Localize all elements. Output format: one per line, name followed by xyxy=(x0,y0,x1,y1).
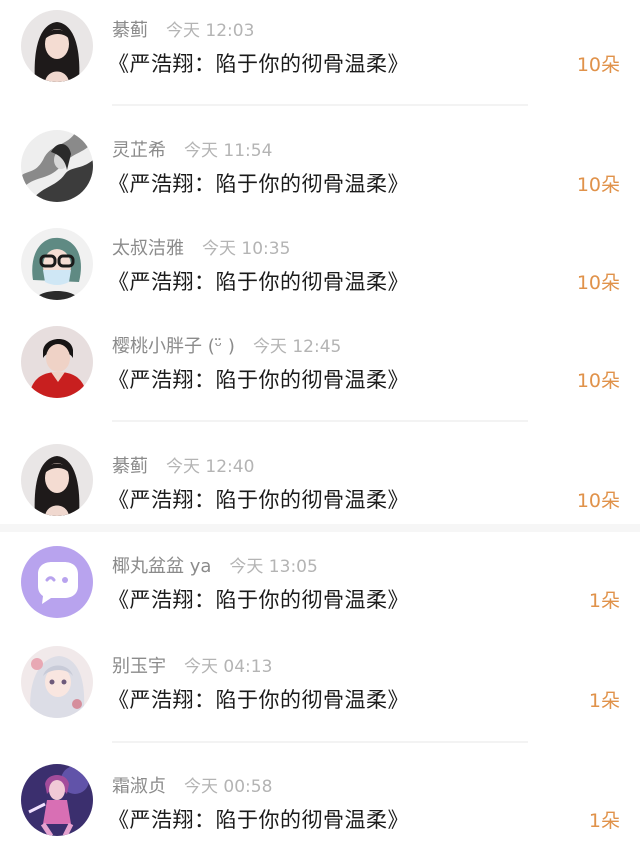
gift-count: 10朵 xyxy=(576,174,620,196)
list-item[interactable]: 灵芷希 今天 11:54 《严浩翔：陷于你的彻骨温柔》 10朵 xyxy=(0,120,640,210)
avatar[interactable] xyxy=(21,130,93,202)
username[interactable]: 别玉宇 xyxy=(112,652,166,678)
comment-text: 《严浩翔：陷于你的彻骨温柔》 xyxy=(108,488,409,512)
gift-count: 10朵 xyxy=(576,370,620,392)
comment-text: 《严浩翔：陷于你的彻骨温柔》 xyxy=(108,688,409,712)
avatar[interactable] xyxy=(21,10,93,82)
gift-count: 1朵 xyxy=(588,690,620,712)
timestamp: 今天 10:35 xyxy=(202,239,291,259)
section-gap xyxy=(0,524,640,532)
gift-count: 1朵 xyxy=(588,810,620,832)
comment-text: 《严浩翔：陷于你的彻骨温柔》 xyxy=(108,52,409,76)
list-item[interactable]: 樱桃小胖子 (ᵕ̈ ) 今天 12:45 《严浩翔：陷于你的彻骨温柔》 10朵 xyxy=(0,316,640,406)
list-item[interactable]: 綦蓟 今天 12:03 《严浩翔：陷于你的彻骨温柔》 10朵 xyxy=(0,0,640,90)
avatar[interactable] xyxy=(21,764,93,836)
comment-text: 《严浩翔：陷于你的彻骨温柔》 xyxy=(108,588,409,612)
username[interactable]: 椰丸盆盆 ya xyxy=(112,552,211,578)
username[interactable]: 霜淑贞 xyxy=(112,772,166,798)
timestamp: 今天 04:13 xyxy=(184,657,273,677)
timestamp: 今天 13:05 xyxy=(229,557,318,577)
gift-count: 10朵 xyxy=(576,272,620,294)
timestamp: 今天 12:45 xyxy=(252,337,342,357)
divider xyxy=(112,741,528,743)
timestamp: 今天 12:03 xyxy=(166,21,255,41)
timestamp: 今天 12:40 xyxy=(166,457,255,477)
list-item[interactable]: 綦蓟 今天 12:40 《严浩翔：陷于你的彻骨温柔》 10朵 xyxy=(0,436,640,526)
gift-count: 1朵 xyxy=(588,590,620,612)
divider xyxy=(112,420,528,422)
timestamp: 今天 11:54 xyxy=(184,141,273,161)
list-item[interactable]: 椰丸盆盆 ya 今天 13:05 《严浩翔：陷于你的彻骨温柔》 1朵 xyxy=(0,536,640,626)
comment-text: 《严浩翔：陷于你的彻骨温柔》 xyxy=(108,808,409,832)
list-item[interactable]: 太叔洁雅 今天 10:35 《严浩翔：陷于你的彻骨温柔》 10朵 xyxy=(0,218,640,308)
gift-count: 10朵 xyxy=(576,490,620,512)
avatar[interactable] xyxy=(21,646,93,718)
divider xyxy=(112,104,528,106)
username[interactable]: 綦蓟 xyxy=(112,452,148,478)
comment-text: 《严浩翔：陷于你的彻骨温柔》 xyxy=(108,270,409,294)
username[interactable]: 綦蓟 xyxy=(112,16,148,42)
chat-bubble-icon[interactable] xyxy=(21,546,93,618)
comment-text: 《严浩翔：陷于你的彻骨温柔》 xyxy=(108,368,409,392)
list-item[interactable]: 别玉宇 今天 04:13 《严浩翔：陷于你的彻骨温柔》 1朵 xyxy=(0,636,640,726)
username[interactable]: 太叔洁雅 xyxy=(112,234,184,260)
username[interactable]: 樱桃小胖子 (ᵕ̈ ) xyxy=(112,332,235,358)
avatar[interactable] xyxy=(21,228,93,300)
comment-list: 綦蓟 今天 12:03 《严浩翔：陷于你的彻骨温柔》 10朵 灵芷希 今天 11… xyxy=(0,0,640,851)
username[interactable]: 灵芷希 xyxy=(112,136,166,162)
gift-count: 10朵 xyxy=(576,54,620,76)
list-item[interactable]: 霜淑贞 今天 00:58 《严浩翔：陷于你的彻骨温柔》 1朵 xyxy=(0,756,640,846)
timestamp: 今天 00:58 xyxy=(184,777,273,797)
avatar[interactable] xyxy=(21,326,93,398)
avatar[interactable] xyxy=(21,444,93,516)
comment-text: 《严浩翔：陷于你的彻骨温柔》 xyxy=(108,172,409,196)
